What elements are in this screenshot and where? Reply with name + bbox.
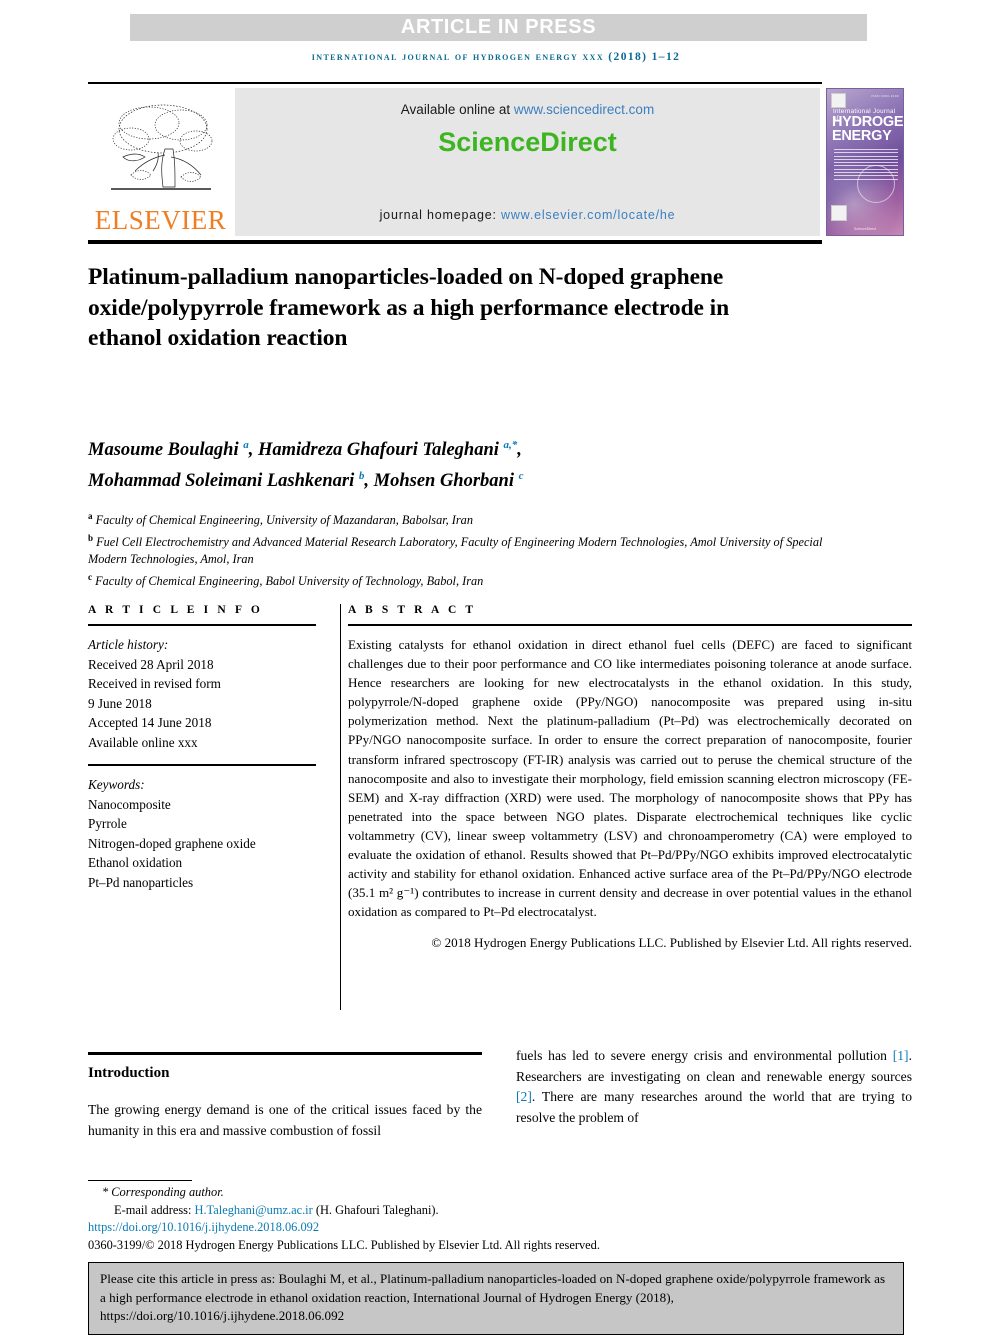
article-info-rule bbox=[88, 624, 316, 626]
author-affil-marker-4: c bbox=[518, 470, 524, 483]
cover-footer-label: ScienceDirect bbox=[853, 227, 877, 231]
keyword-item: Nitrogen-doped graphene oxide bbox=[88, 835, 256, 851]
column-divider bbox=[340, 604, 341, 1010]
abstract-heading: A B S T R A C T bbox=[348, 604, 477, 616]
keyword-item: Ethanol oxidation bbox=[88, 855, 183, 870]
sciencedirect-banner: Available online at www.sciencedirect.co… bbox=[235, 88, 820, 236]
journal-cover-image: ISSN 0360-3199 International Journal of … bbox=[826, 88, 904, 236]
keywords-block: Keywords: Nanocomposite Pyrrole Nitrogen… bbox=[88, 775, 316, 892]
affiliation-item: c Faculty of Chemical Engineering, Babol… bbox=[88, 569, 828, 591]
sciencedirect-logo-science: Science bbox=[438, 127, 541, 157]
email-suffix: (H. Ghafouri Taleghani). bbox=[312, 1202, 439, 1217]
sciencedirect-logo: ScienceDirect bbox=[235, 127, 820, 158]
abstract-section: A B S T R A C T Existing catalysts for e… bbox=[348, 604, 912, 953]
article-received-date: Received 28 April 2018 bbox=[88, 656, 214, 672]
citation-text: Please cite this article in press as: Bo… bbox=[100, 1271, 886, 1324]
article-revised-label: Received in revised form bbox=[88, 676, 221, 691]
footnote-rule bbox=[88, 1180, 192, 1181]
footnote-section: * Corresponding author. E-mail address: … bbox=[88, 1184, 648, 1254]
keywords-rule bbox=[88, 764, 316, 766]
reference-link-2[interactable]: [2] bbox=[516, 1089, 532, 1104]
affiliation-marker: a bbox=[88, 511, 93, 521]
corresponding-author-note: * Corresponding author. bbox=[102, 1185, 224, 1199]
author-separator-1: , bbox=[517, 440, 522, 461]
journal-homepage-line: journal homepage: www.elsevier.com/locat… bbox=[235, 208, 820, 222]
email-link[interactable]: H.Taleghani@umz.ac.ir bbox=[195, 1203, 313, 1217]
author-affil-marker-2: a,* bbox=[503, 439, 518, 451]
author-list: Masoume Boulaghi a, Hamidreza Ghafouri T… bbox=[88, 432, 848, 494]
introduction-paragraph-left: The growing energy demand is one of the … bbox=[88, 1102, 482, 1138]
article-revised-date: 9 June 2018 bbox=[88, 695, 152, 711]
article-in-press-label: ARTICLE IN PRESS bbox=[400, 16, 597, 38]
citation-box: Please cite this article in press as: Bo… bbox=[88, 1262, 904, 1335]
introduction-rule bbox=[88, 1052, 482, 1055]
cover-text-lines-decoration bbox=[834, 149, 898, 182]
article-history-block: Article history: Received 28 April 2018 … bbox=[88, 635, 316, 752]
affiliation-list: a Faculty of Chemical Engineering, Unive… bbox=[88, 508, 828, 590]
masthead-top-rule bbox=[88, 82, 822, 84]
journal-homepage-label: journal homepage: bbox=[379, 208, 502, 222]
page-title: Platinum-palladium nanoparticles-loaded … bbox=[88, 264, 730, 351]
paper-page: ARTICLE IN PRESS international journal o… bbox=[0, 0, 992, 1335]
author-name-1: Masoume Boulaghi bbox=[88, 440, 244, 461]
available-online-line: Available online at www.sciencedirect.co… bbox=[235, 102, 820, 117]
affiliation-item: a Faculty of Chemical Engineering, Unive… bbox=[88, 508, 828, 530]
journal-running-head: international journal of hydrogen energy… bbox=[311, 51, 681, 63]
masthead-bottom-rule bbox=[88, 240, 822, 244]
elsevier-logo: ELSEVIER bbox=[88, 88, 233, 236]
reference-link-1[interactable]: [1] bbox=[893, 1048, 909, 1063]
article-accepted-date: Accepted 14 June 2018 bbox=[88, 715, 212, 730]
available-online-label: Available online at bbox=[400, 102, 514, 117]
keyword-item: Nanocomposite bbox=[88, 796, 171, 812]
intro-right-text-c: . There are many researches around the w… bbox=[516, 1089, 912, 1125]
email-note: E-mail address: H.Taleghani@umz.ac.ir (H… bbox=[88, 1202, 648, 1220]
author-name-3: Mohammad Soleimani Lashkenari bbox=[88, 471, 359, 492]
article-info-section: A R T I C L E I N F O Article history: R… bbox=[88, 604, 316, 892]
abstract-rule bbox=[348, 624, 912, 626]
affiliation-text: Fuel Cell Electrochemistry and Advanced … bbox=[88, 534, 823, 567]
elsevier-tree-icon bbox=[110, 104, 212, 190]
doi-link[interactable]: https://doi.org/10.1016/j.ijhydene.2018.… bbox=[88, 1219, 648, 1237]
intro-right-text-a: fuels has led to severe energy crisis an… bbox=[516, 1048, 893, 1063]
affiliation-marker: b bbox=[88, 532, 94, 543]
elsevier-wordmark: ELSEVIER bbox=[94, 205, 227, 235]
journal-homepage-link[interactable]: www.elsevier.com/locate/he bbox=[501, 208, 675, 222]
cover-issn-code: ISSN 0360-3199 bbox=[871, 94, 899, 98]
article-in-press-banner: ARTICLE IN PRESS bbox=[130, 14, 867, 41]
abstract-body: Existing catalysts for ethanol oxidation… bbox=[348, 637, 912, 920]
affiliation-marker: c bbox=[88, 571, 92, 582]
introduction-right-column: fuels has led to severe energy crisis an… bbox=[516, 1046, 912, 1128]
cover-publisher-badge-icon bbox=[831, 93, 846, 108]
affiliation-text: Faculty of Chemical Engineering, Univers… bbox=[95, 513, 473, 528]
masthead: ELSEVIER Available online at www.science… bbox=[88, 88, 904, 236]
author-name-4: , Mohsen Ghorbani bbox=[364, 471, 519, 492]
article-history-label: Article history: bbox=[88, 637, 169, 652]
affiliation-item: b Fuel Cell Electrochemistry and Advance… bbox=[88, 530, 828, 569]
introduction-left-column: Introduction The growing energy demand i… bbox=[88, 1052, 482, 1141]
email-label: E-mail address: bbox=[114, 1202, 195, 1217]
introduction-paragraph-right: fuels has led to severe energy crisis an… bbox=[516, 1046, 912, 1128]
cover-hk-logo-icon bbox=[831, 205, 847, 221]
sciencedirect-logo-direct: Direct bbox=[540, 127, 617, 157]
keyword-item: Pt–Pd nanoparticles bbox=[88, 874, 194, 890]
sciencedirect-link[interactable]: www.sciencedirect.com bbox=[514, 102, 654, 117]
article-available-online: Available online xxx bbox=[88, 734, 198, 750]
introduction-heading: Introduction bbox=[88, 1065, 170, 1081]
keywords-label: Keywords: bbox=[88, 777, 145, 792]
issn-copyright-line: 0360-3199/© 2018 Hydrogen Energy Publica… bbox=[88, 1237, 600, 1252]
abstract-copyright: © 2018 Hydrogen Energy Publications LLC.… bbox=[431, 935, 912, 951]
author-name-2: , Hamidreza Ghafouri Taleghani bbox=[248, 440, 504, 461]
cover-title-energy: ENERGY bbox=[832, 128, 892, 144]
keyword-item: Pyrrole bbox=[88, 816, 127, 831]
article-info-heading: A R T I C L E I N F O bbox=[88, 604, 263, 616]
affiliation-text: Faculty of Chemical Engineering, Babol U… bbox=[95, 573, 484, 588]
